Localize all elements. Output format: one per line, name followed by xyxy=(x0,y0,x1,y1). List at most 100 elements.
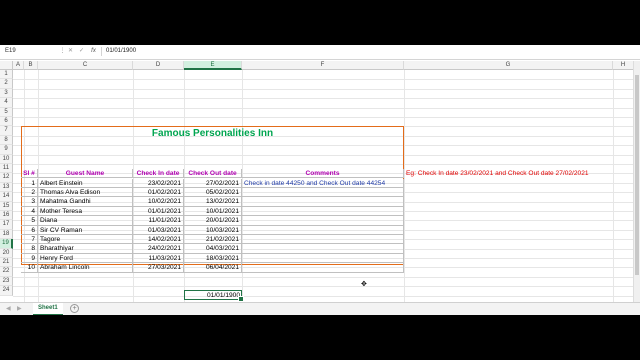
column-header-h[interactable]: H xyxy=(613,61,634,70)
table-cell-check-in[interactable]: 14/02/2021 xyxy=(133,235,184,245)
header-check-out[interactable]: Check Out date xyxy=(184,169,242,179)
table-cell-check-in[interactable]: 01/01/2021 xyxy=(133,206,184,217)
row-header-24[interactable]: 24 xyxy=(0,286,13,296)
header-guest-name[interactable]: Guest Name xyxy=(38,169,133,179)
table-cell-guest-name[interactable]: Mother Teresa xyxy=(38,206,133,217)
table-cell-check-in[interactable]: 10/02/2021 xyxy=(133,197,184,207)
vertical-scrollbar[interactable] xyxy=(633,61,640,302)
table-cell-comment[interactable] xyxy=(242,253,404,264)
enter-icon[interactable]: ✓ xyxy=(77,47,86,56)
table-cell-guest-name[interactable]: Albert Einstein xyxy=(38,178,133,188)
table-cell-guest-name[interactable]: Thomas Alva Edison xyxy=(38,188,133,198)
table-cell-guest-name[interactable]: Diana xyxy=(38,216,133,226)
row-header-18[interactable]: 18 xyxy=(0,229,13,240)
header-comments[interactable]: Comments xyxy=(242,169,404,179)
row-header-3[interactable]: 3 xyxy=(0,88,13,99)
table-cell-check-in[interactable]: 01/03/2021 xyxy=(133,225,184,235)
table-cell-sl[interactable]: 4 xyxy=(21,206,38,217)
table-cell-guest-name[interactable]: Henry Ford xyxy=(38,253,133,264)
row-header-21[interactable]: 21 xyxy=(0,258,13,268)
table-cell-check-in[interactable]: 01/02/2021 xyxy=(133,188,184,198)
row-header-4[interactable]: 4 xyxy=(0,98,13,108)
header-check-in[interactable]: Check In date xyxy=(133,169,184,179)
column-header-g[interactable]: G xyxy=(404,61,613,70)
name-box[interactable]: E19 xyxy=(2,47,47,56)
row-header-12[interactable]: 12 xyxy=(0,173,13,183)
row-header-22[interactable]: 22 xyxy=(0,267,13,277)
table-cell-comment[interactable] xyxy=(242,225,404,235)
row-header-13[interactable]: 13 xyxy=(0,182,13,193)
row-header-17[interactable]: 17 xyxy=(0,220,13,230)
table-cell-sl[interactable]: 8 xyxy=(21,244,38,254)
row-header-5[interactable]: 5 xyxy=(0,107,13,117)
row-header-14[interactable]: 14 xyxy=(0,192,13,202)
table-cell-sl[interactable]: 10 xyxy=(21,263,38,273)
tab-sheet1[interactable]: Sheet1 xyxy=(33,303,63,315)
table-cell-comment[interactable] xyxy=(242,197,404,207)
table-cell-check-out[interactable]: 20/01/2021 xyxy=(184,216,242,226)
column-header-f[interactable]: F xyxy=(242,61,404,70)
table-cell-check-in[interactable]: 11/03/2021 xyxy=(133,253,184,264)
sheet-title[interactable]: Famous Personalities Inn xyxy=(21,128,404,140)
table-cell-comment[interactable] xyxy=(242,244,404,254)
function-icon[interactable]: fx xyxy=(89,47,98,56)
table-cell-check-out[interactable]: 13/02/2021 xyxy=(184,197,242,207)
example-note[interactable]: Eg: Check In date 23/02/2021 and Check O… xyxy=(406,169,606,178)
row-header-11[interactable]: 11 xyxy=(0,164,13,174)
column-header-d[interactable]: D xyxy=(133,61,184,70)
table-cell-check-in[interactable]: 23/02/2021 xyxy=(133,178,184,188)
table-cell-check-out[interactable]: 10/01/2021 xyxy=(184,206,242,217)
table-cell-check-out[interactable]: 27/02/2021 xyxy=(184,178,242,188)
row-header-7[interactable]: 7 xyxy=(0,126,13,136)
table-cell-guest-name[interactable]: Sir CV Raman xyxy=(38,225,133,235)
column-header-b[interactable]: B xyxy=(24,61,38,70)
table-cell-guest-name[interactable]: Bharathiyar xyxy=(38,244,133,254)
table-cell-check-in[interactable]: 11/01/2021 xyxy=(133,216,184,226)
row-header-1[interactable]: 1 xyxy=(0,70,13,80)
table-cell-comment[interactable] xyxy=(242,216,404,226)
table-cell-check-in[interactable]: 24/02/2021 xyxy=(133,244,184,254)
row-header-10[interactable]: 10 xyxy=(0,154,13,164)
table-cell-guest-name[interactable]: Abraham Lincoln xyxy=(38,263,133,273)
select-all-corner[interactable] xyxy=(0,61,13,70)
column-header-c[interactable]: C xyxy=(38,61,133,70)
table-cell-sl[interactable]: 7 xyxy=(21,235,38,245)
table-cell-check-out[interactable]: 21/02/2021 xyxy=(184,235,242,245)
row-header-2[interactable]: 2 xyxy=(0,79,13,89)
table-cell-sl[interactable]: 5 xyxy=(21,216,38,226)
column-header-e[interactable]: E xyxy=(184,61,242,70)
table-cell-check-out[interactable]: 05/02/2021 xyxy=(184,188,242,198)
cancel-icon[interactable]: ✕ xyxy=(66,47,75,56)
row-header-19[interactable]: 19 xyxy=(0,239,13,249)
table-cell-sl[interactable]: 9 xyxy=(21,253,38,264)
table-cell-check-out[interactable]: 04/03/2021 xyxy=(184,244,242,254)
table-cell-check-out[interactable]: 10/03/2021 xyxy=(184,225,242,235)
table-cell-guest-name[interactable]: Mahatma Gandhi xyxy=(38,197,133,207)
table-cell-guest-name[interactable]: Tagore xyxy=(38,235,133,245)
scroll-left-icon[interactable]: ◀ xyxy=(6,305,11,312)
table-cell-comment[interactable] xyxy=(242,263,404,273)
table-cell-sl[interactable]: 3 xyxy=(21,197,38,207)
table-cell-comment[interactable] xyxy=(242,235,404,245)
row-header-23[interactable]: 23 xyxy=(0,276,13,287)
table-cell-check-out[interactable]: 18/03/2021 xyxy=(184,253,242,264)
formula-input[interactable]: 01/01/1900 xyxy=(106,47,136,56)
active-cell-selection[interactable] xyxy=(184,290,244,302)
worksheet-grid[interactable]: A B C D E F G H 1 2 3 4 5 6 7 8 9 10 11 12 13 14 15 16 1… xyxy=(0,61,640,315)
table-cell-comment[interactable]: Check in date 44250 and Check Out date 4… xyxy=(242,178,404,188)
add-sheet-icon[interactable]: + xyxy=(70,304,79,313)
table-cell-comment[interactable] xyxy=(242,188,404,198)
row-header-20[interactable]: 20 xyxy=(0,248,13,258)
table-cell-check-in[interactable]: 27/03/2021 xyxy=(133,263,184,273)
row-header-9[interactable]: 9 xyxy=(0,145,13,155)
row-header-6[interactable]: 6 xyxy=(0,117,13,127)
table-cell-sl[interactable]: 1 xyxy=(21,178,38,188)
row-header-8[interactable]: 8 xyxy=(0,135,13,146)
table-cell-check-out[interactable]: 06/04/2021 xyxy=(184,263,242,273)
table-cell-sl[interactable]: 6 xyxy=(21,225,38,235)
table-cell-comment[interactable] xyxy=(242,206,404,217)
header-sl[interactable]: Sl # xyxy=(21,169,38,179)
row-header-15[interactable]: 15 xyxy=(0,201,13,211)
scroll-right-icon[interactable]: ▶ xyxy=(17,305,22,312)
row-header-16[interactable]: 16 xyxy=(0,211,13,221)
